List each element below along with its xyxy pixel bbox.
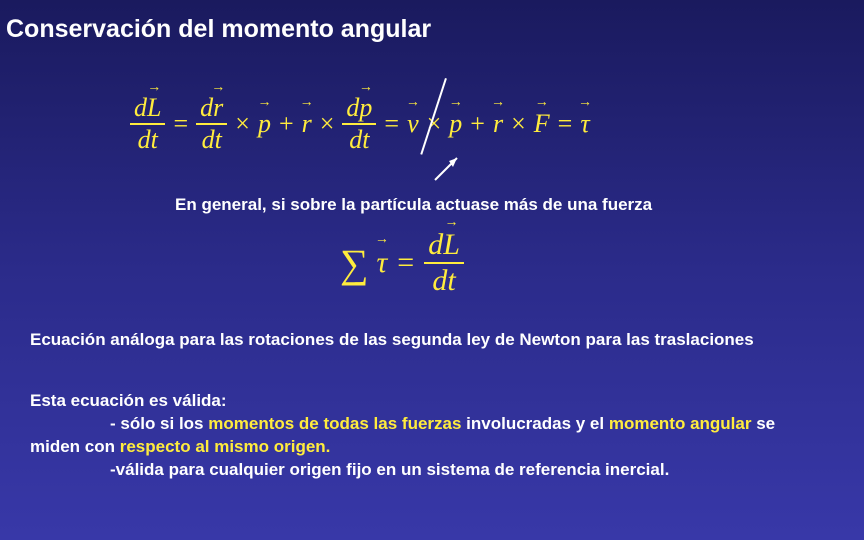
arrow-icon [435, 155, 465, 180]
slide-title: Conservación del momento angular [6, 15, 431, 44]
validity-line: - sólo si los momentos de todas las fuer… [110, 413, 844, 436]
equation-2-content: ∑ τ = dL dt [340, 230, 464, 296]
sum-equation: ∑ τ = dL dt [340, 230, 464, 296]
validity-line: -válida para cualquier origen fijo en un… [110, 459, 844, 482]
validity-line: Esta ecuación es válida: [30, 390, 844, 413]
caption-analogous: Ecuación análoga para las rotaciones de … [30, 330, 754, 350]
validity-block: Esta ecuación es válida:- sólo si los mo… [30, 390, 844, 482]
validity-line: miden con respecto al mismo origen. [30, 436, 844, 459]
caption-general: En general, si sobre la partícula actuas… [175, 195, 652, 215]
